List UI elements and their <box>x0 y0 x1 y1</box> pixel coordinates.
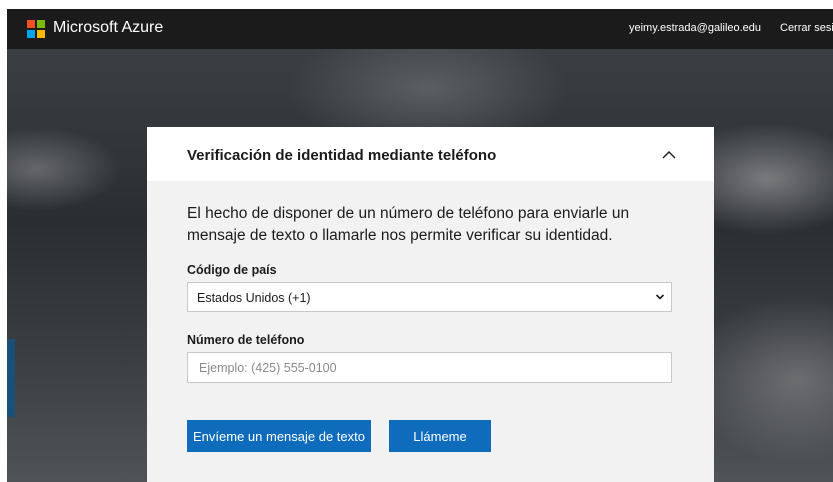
microsoft-logo-icon <box>27 20 45 38</box>
call-me-button[interactable]: Llámeme <box>389 420 491 452</box>
phone-number-input[interactable] <box>187 352 672 383</box>
country-code-select[interactable]: Estados Unidos (+1) <box>187 282 672 312</box>
top-bar: Microsoft Azure yeimy.estrada@galileo.ed… <box>7 9 833 49</box>
sign-out-link[interactable]: Cerrar sesió <box>780 22 833 34</box>
country-code-label: Código de país <box>187 263 277 277</box>
brand-name: Microsoft Azure <box>53 19 164 36</box>
send-text-button[interactable]: Envíeme un mensaje de texto <box>187 420 371 452</box>
description-text: El hecho de disponer de un número de tel… <box>187 205 630 244</box>
user-email: yeimy.estrada@galileo.edu <box>629 22 762 34</box>
verification-panel: Verificación de identidad mediante teléf… <box>147 127 714 482</box>
panel-title: Verificación de identidad mediante teléf… <box>187 147 497 164</box>
browser-viewport: Microsoft Azure yeimy.estrada@galileo.ed… <box>7 9 833 482</box>
panel-header: Verificación de identidad mediante teléf… <box>147 127 714 181</box>
chevron-up-icon <box>662 151 676 159</box>
phone-number-label: Número de teléfono <box>187 333 305 347</box>
background-accent <box>7 339 15 417</box>
chevron-down-icon <box>655 294 665 300</box>
collapse-button[interactable] <box>657 143 681 167</box>
panel-body: El hecho de disponer de un número de tel… <box>147 181 714 482</box>
country-code-value: Estados Unidos (+1) <box>197 291 311 305</box>
